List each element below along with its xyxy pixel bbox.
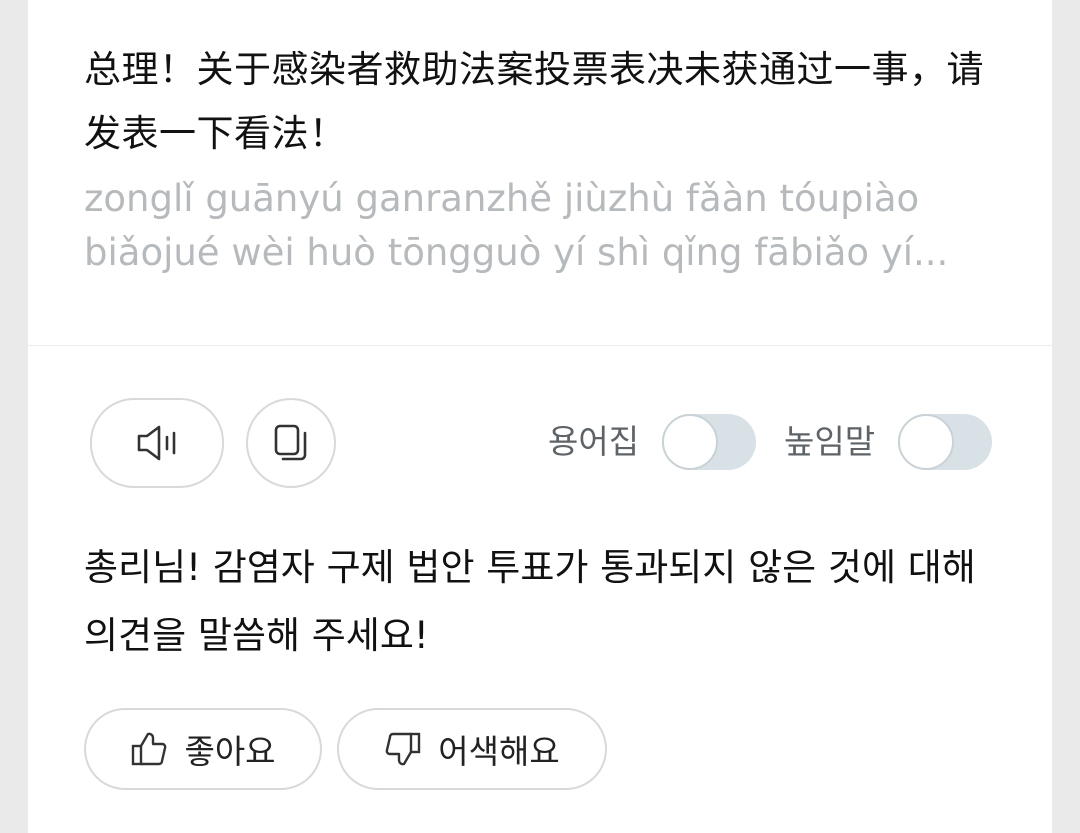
- dislike-label: 어색해요: [438, 732, 560, 771]
- thumbs-up-icon: [130, 730, 168, 768]
- divider: [28, 345, 1052, 346]
- pinyin-text: zonglǐ guānyú ganranzhě jiùzhù fǎàn tóup…: [84, 177, 949, 274]
- glossary-label: 용어집: [548, 422, 640, 461]
- translation-result: 총리님! 감염자 구제 법안 투표가 통과되지 않은 것에 대해 의견을 말씀해…: [84, 546, 976, 657]
- glossary-toggle[interactable]: [662, 414, 756, 470]
- copy-icon: [273, 423, 309, 463]
- translation-card: 总理！关于感染者救助法案投票表决未获通过一事，请发表一下看法！ zonglǐ g…: [28, 0, 1052, 833]
- copy-button[interactable]: [246, 398, 336, 488]
- honorific-toggle-knob: [898, 414, 954, 470]
- honorific-toggle[interactable]: [898, 414, 992, 470]
- glossary-toggle-knob: [662, 414, 718, 470]
- honorific-label: 높임말: [784, 422, 876, 461]
- speaker-icon: [135, 423, 179, 463]
- dislike-button[interactable]: 어색해요: [337, 708, 607, 790]
- source-text: 总理！关于感染者救助法案投票表决未获通过一事，请发表一下看法！: [84, 48, 984, 155]
- like-button[interactable]: 좋아요: [84, 708, 322, 790]
- like-label: 좋아요: [184, 732, 276, 771]
- speak-button[interactable]: [90, 398, 224, 488]
- thumbs-down-icon: [384, 730, 422, 768]
